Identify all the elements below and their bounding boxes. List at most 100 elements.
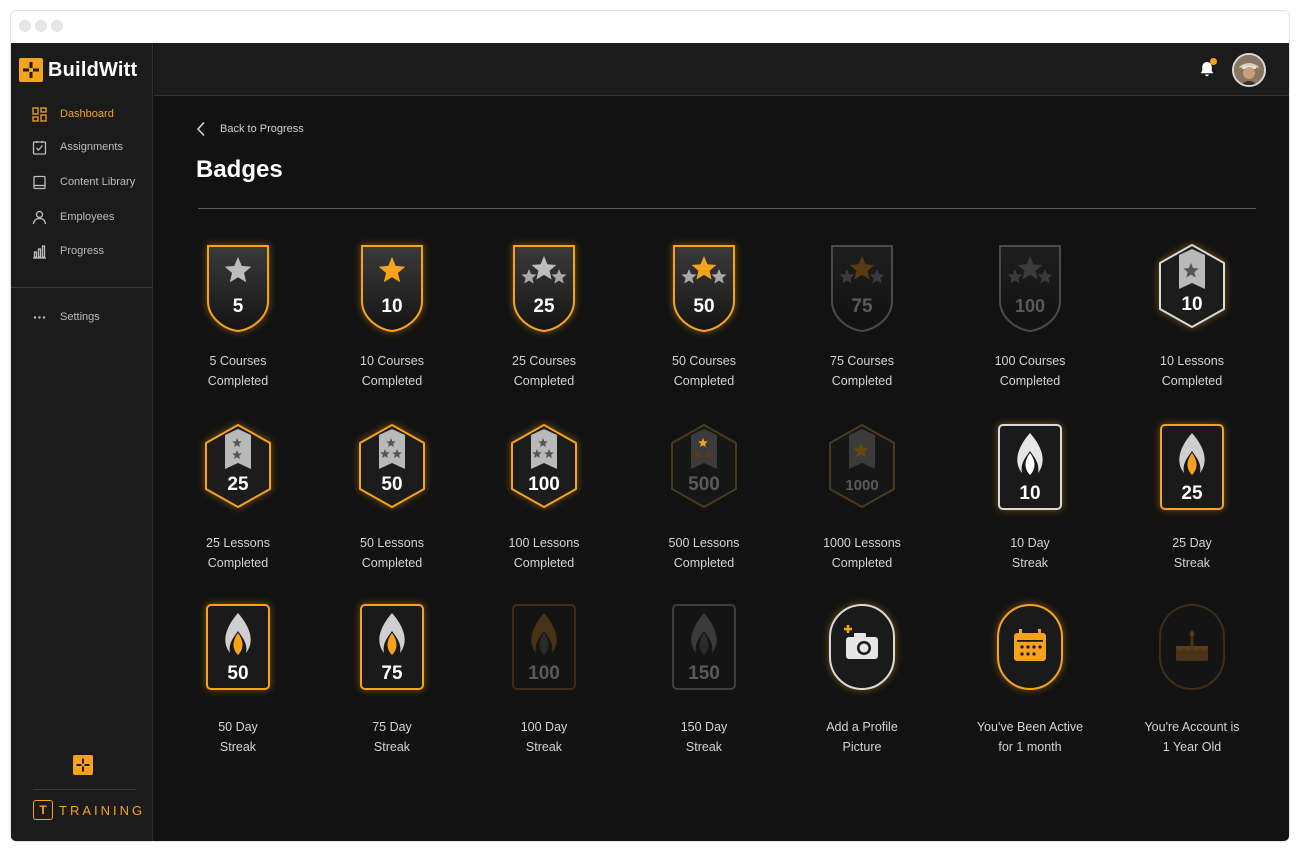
badge-10-courses-completed[interactable]: 10 10 Courses Completed xyxy=(322,243,462,403)
sidebar-item-content-library[interactable]: Content Library xyxy=(31,172,135,192)
badge-label-line2: Completed xyxy=(673,556,735,570)
badge-label-line2: Streak xyxy=(1011,556,1049,570)
sidebar-item-dashboard[interactable]: Dashboard xyxy=(31,104,114,124)
cake-icon xyxy=(1122,603,1262,691)
window-maximize-dot[interactable] xyxy=(51,20,63,32)
badge-number: 25 xyxy=(533,296,555,317)
badge-label-line1: 75 Courses xyxy=(830,354,894,368)
badge-label-line1: 50 Day xyxy=(218,720,258,734)
badge-number: 100 xyxy=(1015,296,1045,316)
sidebar-item-assignments[interactable]: Assignments xyxy=(31,137,123,157)
badge-label-line2: Completed xyxy=(831,556,893,570)
badge-label-line1: 100 Courses xyxy=(994,354,1066,368)
title-divider xyxy=(198,208,1256,209)
badge-label-line1: 150 Day xyxy=(680,720,728,734)
sidebar-item-label: Settings xyxy=(60,311,100,323)
badge-25-lessons-completed[interactable]: 25 25 Lessons Completed xyxy=(168,423,308,583)
flame-icon: 10 xyxy=(960,423,1100,511)
window-minimize-dot[interactable] xyxy=(35,20,47,32)
star-hexagon-icon: 50 xyxy=(322,423,462,509)
badge-label: 75 Courses Completed xyxy=(792,351,932,391)
badge-number: 25 xyxy=(227,474,249,495)
brand-logo[interactable]: BuildWitt xyxy=(19,57,137,83)
sidebar-item-progress[interactable]: Progress xyxy=(31,241,104,261)
dashboard-icon xyxy=(31,106,47,122)
badge-number: 10 xyxy=(1181,294,1202,315)
badge-number: 5 xyxy=(233,296,244,317)
badge-label-line2: Completed xyxy=(361,556,423,570)
badge-number: 10 xyxy=(381,296,402,317)
badge-number: 75 xyxy=(381,663,403,684)
badge-number: 50 xyxy=(381,474,402,495)
flame-icon: 50 xyxy=(168,603,308,691)
flame-icon: 100 xyxy=(474,603,614,691)
badge-label: 25 Courses Completed xyxy=(474,351,614,391)
badge-100-day-streak[interactable]: 100 100 Day Streak xyxy=(474,603,614,763)
flame-icon: 150 xyxy=(634,603,774,691)
sidebar-item-label: Assignments xyxy=(60,141,123,153)
badge-label-line2: Completed xyxy=(361,374,423,388)
badge-50-courses-completed[interactable]: 50 50 Courses Completed xyxy=(634,243,774,403)
badge-label-line2: Completed xyxy=(207,374,269,388)
badge-label-line2: Streak xyxy=(685,740,723,754)
badge-label: 75 Day Streak xyxy=(322,717,462,757)
badge-50-day-streak[interactable]: 50 50 Day Streak xyxy=(168,603,308,763)
star-hexagon-icon: 500 xyxy=(634,423,774,509)
badge-label: 100 Courses Completed xyxy=(960,351,1100,391)
badge-25-day-streak[interactable]: 25 25 Day Streak xyxy=(1122,423,1262,583)
training-logo[interactable]: T TRAINING xyxy=(33,800,145,820)
badge-label: 150 Day Streak xyxy=(634,717,774,757)
more-dots-icon xyxy=(31,309,47,325)
badge-25-courses-completed[interactable]: 25 25 Courses Completed xyxy=(474,243,614,403)
badge-150-day-streak[interactable]: 150 150 Day Streak xyxy=(634,603,774,763)
badge-label-line2: Streak xyxy=(373,740,411,754)
badge-500-lessons-completed[interactable]: 500 500 Lessons Completed xyxy=(634,423,774,583)
buildwitt-logo-icon xyxy=(19,58,43,82)
badge-5-courses-completed[interactable]: 5 5 Courses Completed xyxy=(168,243,308,403)
badge-add-a-profile-picture[interactable]: Add a Profile Picture xyxy=(792,603,932,763)
badge-label: Add a Profile Picture xyxy=(792,717,932,757)
sidebar-divider xyxy=(11,287,153,288)
user-avatar[interactable] xyxy=(1232,53,1266,87)
sidebar-item-label: Content Library xyxy=(60,176,136,188)
sidebar-item-label: Dashboard xyxy=(60,108,114,120)
badge-label: 5 Courses Completed xyxy=(168,351,308,391)
badge-label-line1: 1000 Lessons xyxy=(823,536,901,550)
back-to-progress-link[interactable]: Back to Progress xyxy=(196,121,304,137)
bar-chart-icon xyxy=(31,243,47,259)
person-icon xyxy=(31,209,47,225)
badge-label-line1: 100 Lessons xyxy=(508,536,580,550)
badge-label-line1: 25 Courses xyxy=(512,354,576,368)
badge-number: 25 xyxy=(1181,483,1203,504)
clipboard-check-icon xyxy=(31,139,47,155)
badge-100-lessons-completed[interactable]: 100 100 Lessons Completed xyxy=(474,423,614,583)
badge-1000-lessons-completed[interactable]: 1000 1000 Lessons Completed xyxy=(792,423,932,583)
sidebar-item-settings[interactable]: Settings xyxy=(31,307,100,327)
badge-you-re-account-is-1-year-old[interactable]: You're Account is 1 Year Old xyxy=(1122,603,1262,763)
badge-75-courses-completed[interactable]: 75 75 Courses Completed xyxy=(792,243,932,403)
badge-label-line1: 50 Lessons xyxy=(360,536,424,550)
badge-label-line2: Completed xyxy=(831,374,893,388)
badge-label-line1: 75 Day xyxy=(372,720,412,734)
badge-label-line2: Picture xyxy=(842,740,882,754)
sidebar-item-employees[interactable]: Employees xyxy=(31,207,114,227)
badge-label-line1: 100 Day xyxy=(520,720,568,734)
flame-icon: 25 xyxy=(1122,423,1262,511)
badge-label-line2: Completed xyxy=(673,374,735,388)
window-close-dot[interactable] xyxy=(19,20,31,32)
badge-label: 100 Lessons Completed xyxy=(474,533,614,573)
app-root: BuildWitt Dashboard Assignments Content … xyxy=(11,43,1289,841)
badge-you-ve-been-active-for-1-month[interactable]: You've Been Active for 1 month xyxy=(960,603,1100,763)
badge-10-lessons-completed[interactable]: 10 10 Lessons Completed xyxy=(1122,243,1262,403)
bell-icon[interactable] xyxy=(1198,58,1217,78)
badge-50-lessons-completed[interactable]: 50 50 Lessons Completed xyxy=(322,423,462,583)
badge-75-day-streak[interactable]: 75 75 Day Streak xyxy=(322,603,462,763)
badge-label: 10 Courses Completed xyxy=(322,351,462,391)
badge-number: 50 xyxy=(227,663,248,684)
camera-plus-icon xyxy=(792,603,932,691)
badge-number: 150 xyxy=(688,663,720,684)
badge-label-line2: Streak xyxy=(1173,556,1211,570)
sidebar: BuildWitt Dashboard Assignments Content … xyxy=(11,43,153,841)
badge-10-day-streak[interactable]: 10 10 Day Streak xyxy=(960,423,1100,583)
badge-100-courses-completed[interactable]: 100 100 Courses Completed xyxy=(960,243,1100,403)
